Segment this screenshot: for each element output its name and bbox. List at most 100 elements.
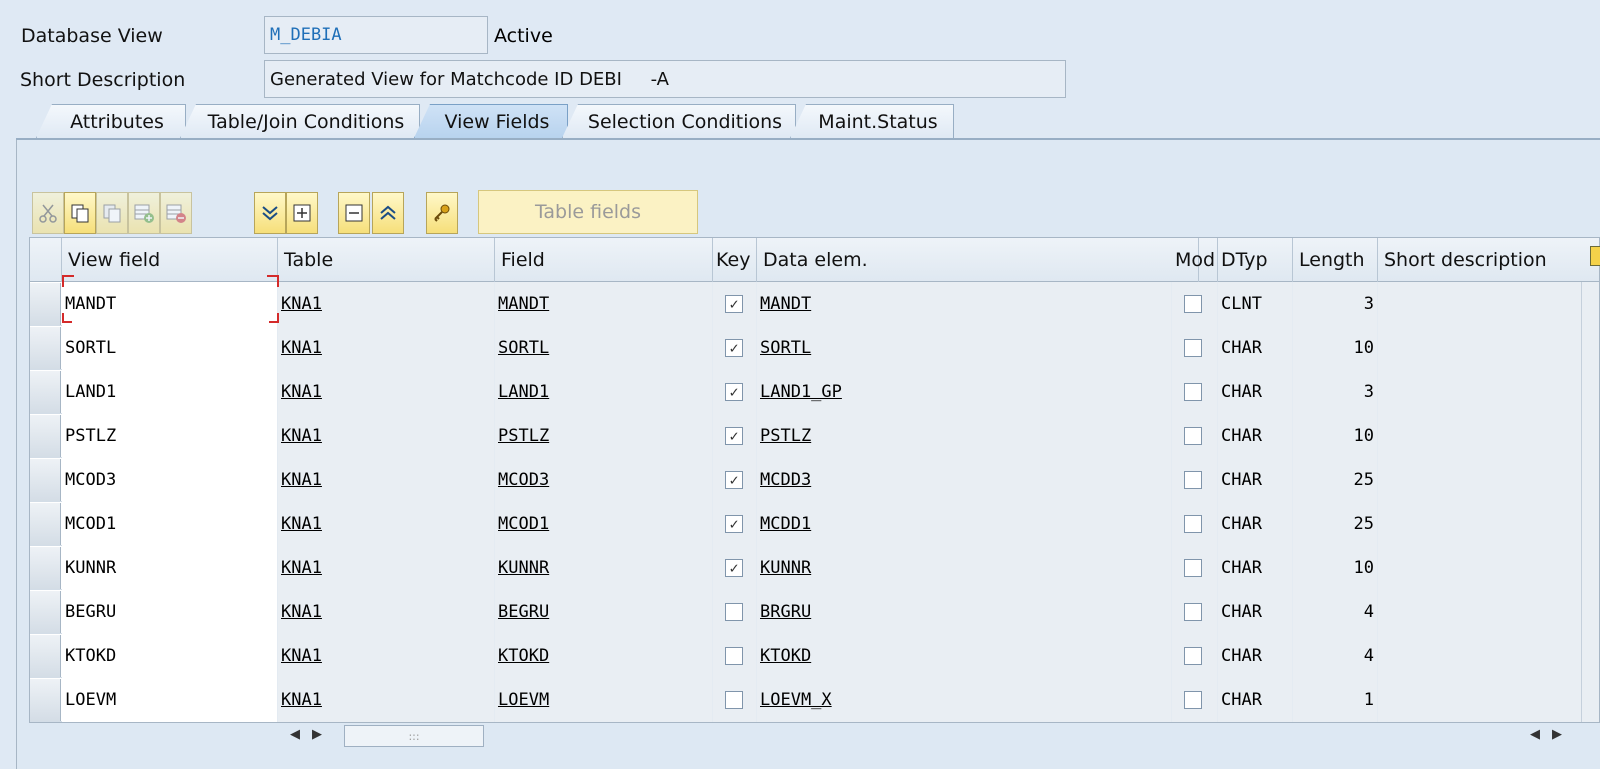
mod-checkbox[interactable] [1184, 471, 1202, 489]
table-row[interactable]: SORTL KNA1 SORTL ✓ SORTL CHAR 10 [30, 326, 1599, 370]
key-checkbox[interactable]: ✓ [725, 471, 743, 489]
cut-icon[interactable] [32, 192, 64, 234]
data-element-cell[interactable]: MANDT [757, 282, 1172, 326]
key-checkbox[interactable] [725, 691, 743, 709]
tab-view-fields[interactable]: View Fields [414, 104, 568, 138]
key-checkbox[interactable]: ✓ [725, 383, 743, 401]
column-header-length[interactable]: Length [1293, 238, 1378, 282]
column-header-mod[interactable]: Mod [1172, 238, 1218, 282]
data-element-cell[interactable]: PSTLZ [757, 414, 1172, 458]
mod-checkbox[interactable] [1184, 515, 1202, 533]
row-selector[interactable] [30, 679, 61, 721]
tab-selection-conditions[interactable]: Selection Conditions [562, 104, 796, 138]
field-cell[interactable]: BEGRU [495, 590, 713, 634]
table-row[interactable]: MCOD3 KNA1 MCOD3 ✓ MCDD3 CHAR 25 [30, 458, 1599, 502]
data-element-cell[interactable]: BRGRU [757, 590, 1172, 634]
view-field-cell[interactable]: MANDT [62, 282, 278, 326]
view-field-cell[interactable]: PSTLZ [62, 414, 278, 458]
field-cell[interactable]: MCOD3 [495, 458, 713, 502]
key-checkbox[interactable] [725, 603, 743, 621]
mod-checkbox[interactable] [1184, 559, 1202, 577]
key-checkbox[interactable]: ✓ [725, 515, 743, 533]
tab-attributes[interactable]: Attributes [36, 104, 186, 138]
db-view-input[interactable]: M_DEBIA [264, 16, 488, 54]
mod-checkbox[interactable] [1184, 647, 1202, 665]
row-selector[interactable] [30, 459, 61, 501]
row-selector[interactable] [30, 503, 61, 545]
key-icon[interactable] [426, 192, 458, 234]
data-element-cell[interactable]: KUNNR [757, 546, 1172, 590]
mod-checkbox[interactable] [1184, 691, 1202, 709]
data-element-cell[interactable]: SORTL [757, 326, 1172, 370]
key-checkbox[interactable] [725, 647, 743, 665]
mod-checkbox[interactable] [1184, 295, 1202, 313]
data-element-cell[interactable]: LOEVM_X [757, 678, 1172, 722]
key-checkbox[interactable]: ✓ [725, 559, 743, 577]
mod-checkbox[interactable] [1184, 603, 1202, 621]
table-cell[interactable]: KNA1 [278, 590, 495, 634]
mod-checkbox[interactable] [1184, 427, 1202, 445]
delete-row-icon[interactable] [160, 192, 192, 234]
field-cell[interactable]: MANDT [495, 282, 713, 326]
table-fields-button[interactable]: Table fields [478, 190, 698, 234]
column-header-dtyp[interactable]: DTyp [1218, 238, 1293, 282]
header-row-selector[interactable] [30, 238, 62, 282]
row-selector[interactable] [30, 415, 61, 457]
table-row[interactable]: BEGRU KNA1 BEGRU BRGRU CHAR 4 [30, 590, 1599, 634]
view-field-cell[interactable]: MCOD1 [62, 502, 278, 546]
scroll-right-end-arrow-icon[interactable]: ▶ [1552, 727, 1562, 742]
view-field-cell[interactable]: KUNNR [62, 546, 278, 590]
tab-maint-status[interactable]: Maint.Status [790, 104, 954, 138]
key-checkbox[interactable]: ✓ [725, 295, 743, 313]
table-row[interactable]: MANDT KNA1 MANDT ✓ MANDT CLNT 3 [30, 282, 1599, 326]
data-element-cell[interactable]: MCDD3 [757, 458, 1172, 502]
tab-table-join-conditions[interactable]: Table/Join Conditions [180, 104, 420, 138]
column-header-short-description[interactable]: Short description [1378, 238, 1599, 282]
table-cell[interactable]: KNA1 [278, 634, 495, 678]
table-cell[interactable]: KNA1 [278, 458, 495, 502]
table-row[interactable]: LAND1 KNA1 LAND1 ✓ LAND1_GP CHAR 3 [30, 370, 1599, 414]
row-selector[interactable] [30, 591, 61, 633]
short-description-input[interactable]: Generated View for Matchcode ID DEBI -A [264, 60, 1066, 98]
table-cell[interactable]: KNA1 [278, 282, 495, 326]
select-all-icon[interactable] [286, 192, 318, 234]
field-cell[interactable]: LOEVM [495, 678, 713, 722]
key-checkbox[interactable]: ✓ [725, 427, 743, 445]
field-cell[interactable]: MCOD1 [495, 502, 713, 546]
field-cell[interactable]: LAND1 [495, 370, 713, 414]
copy-icon[interactable] [64, 192, 96, 234]
field-cell[interactable]: KTOKD [495, 634, 713, 678]
row-selector[interactable] [30, 327, 61, 369]
row-selector[interactable] [30, 635, 61, 677]
row-selector[interactable] [30, 371, 61, 413]
view-field-cell[interactable]: BEGRU [62, 590, 278, 634]
mod-checkbox[interactable] [1184, 383, 1202, 401]
table-cell[interactable]: KNA1 [278, 370, 495, 414]
column-header-key[interactable]: Key [713, 238, 757, 282]
paste-icon[interactable] [96, 192, 128, 234]
key-checkbox[interactable]: ✓ [725, 339, 743, 357]
view-field-cell[interactable]: SORTL [62, 326, 278, 370]
table-cell[interactable]: KNA1 [278, 546, 495, 590]
field-cell[interactable]: PSTLZ [495, 414, 713, 458]
column-header-data-element[interactable]: Data elem. [757, 238, 1199, 282]
collapse-icon[interactable] [372, 192, 404, 234]
horizontal-scrollbar[interactable]: ◀ ▶ ::: ◀ ▶ [282, 725, 1600, 747]
row-selector[interactable] [30, 283, 61, 325]
scrollbar-thumb[interactable]: ::: [344, 725, 484, 747]
deselect-icon[interactable] [338, 192, 370, 234]
table-row[interactable]: LOEVM KNA1 LOEVM LOEVM_X CHAR 1 [30, 678, 1599, 722]
scroll-left-end-arrow-icon[interactable]: ◀ [1530, 727, 1540, 742]
view-field-cell[interactable]: LAND1 [62, 370, 278, 414]
scroll-left-arrow-icon[interactable]: ◀ [290, 727, 300, 742]
view-field-cell[interactable]: MCOD3 [62, 458, 278, 502]
mod-checkbox[interactable] [1184, 339, 1202, 357]
insert-row-icon[interactable] [128, 192, 160, 234]
field-cell[interactable]: SORTL [495, 326, 713, 370]
data-element-cell[interactable]: KTOKD [757, 634, 1172, 678]
table-row[interactable]: KUNNR KNA1 KUNNR ✓ KUNNR CHAR 10 [30, 546, 1599, 590]
column-header-table[interactable]: Table [278, 238, 495, 282]
data-element-cell[interactable]: MCDD1 [757, 502, 1172, 546]
expand-icon[interactable] [254, 192, 286, 234]
column-settings-icon[interactable] [1590, 246, 1600, 266]
